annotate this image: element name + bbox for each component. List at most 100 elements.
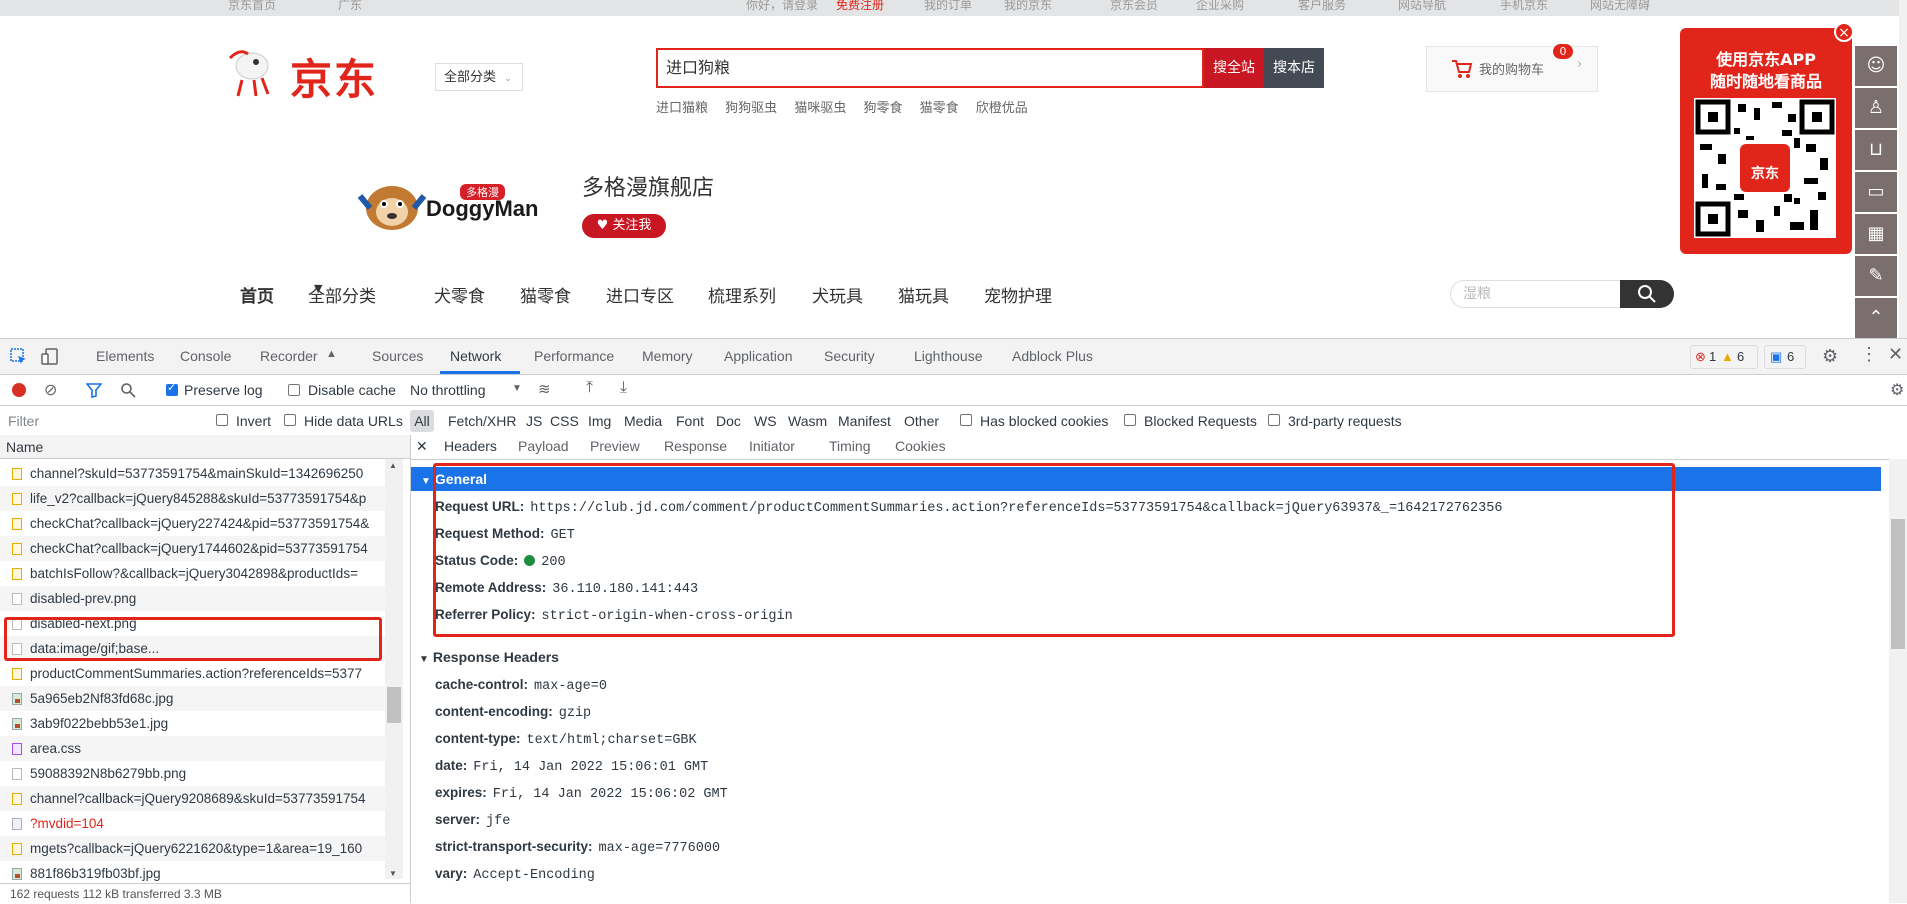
tab-application[interactable]: Application bbox=[724, 348, 793, 364]
store-nav-home[interactable]: 首页 bbox=[240, 282, 274, 307]
preserve-log-checkbox[interactable] bbox=[166, 381, 178, 396]
type-filter-fetch-xhr[interactable]: Fetch/XHR bbox=[448, 413, 516, 429]
search-box[interactable]: 进口狗粮 bbox=[656, 48, 1204, 88]
has-blocked-cookies-checkbox[interactable] bbox=[960, 414, 972, 426]
page-scrollbar[interactable] bbox=[1899, 0, 1907, 338]
request-row[interactable]: ?mvdid=104 bbox=[0, 811, 392, 836]
tab-security[interactable]: Security bbox=[824, 348, 875, 364]
type-filter-css[interactable]: CSS bbox=[550, 413, 579, 429]
topbar-register-link[interactable]: 免费注册 bbox=[836, 0, 884, 13]
topbar-orders-link[interactable]: 我的订单 bbox=[924, 0, 972, 13]
tab-console[interactable]: Console bbox=[180, 348, 231, 364]
store-nav-item[interactable]: 宠物护理 bbox=[984, 282, 1052, 307]
hot-word-link[interactable]: 猫咪驱虫 bbox=[794, 101, 846, 116]
category-select[interactable]: 全部分类 ⌄ bbox=[435, 63, 523, 91]
search-shop-button[interactable]: 搜本店 bbox=[1264, 48, 1324, 88]
topbar-home-link[interactable]: 京东首页 bbox=[228, 0, 276, 13]
type-filter-all[interactable]: All bbox=[410, 410, 434, 432]
type-filter-manifest[interactable]: Manifest bbox=[838, 413, 891, 429]
type-filter-wasm[interactable]: Wasm bbox=[788, 413, 827, 429]
device-toolbar-icon[interactable] bbox=[40, 347, 60, 367]
topbar-sitenav-link[interactable]: 网站导航 bbox=[1398, 0, 1446, 13]
topbar-location[interactable]: 广东 bbox=[338, 0, 362, 13]
request-row[interactable]: checkChat?callback=jQuery227424&pid=5377… bbox=[0, 511, 392, 536]
type-filter-font[interactable]: Font bbox=[676, 413, 704, 429]
store-nav-item[interactable]: 进口专区 bbox=[606, 282, 674, 307]
network-conditions-icon[interactable]: ≋ bbox=[538, 380, 551, 398]
close-detail-icon[interactable]: ✕ bbox=[416, 438, 428, 455]
ticket-icon[interactable]: ▭ bbox=[1855, 172, 1897, 212]
type-filter-media[interactable]: Media bbox=[624, 413, 662, 429]
tab-elements[interactable]: Elements bbox=[96, 348, 154, 364]
topbar-myjd-link[interactable]: 我的京东 bbox=[1004, 0, 1052, 13]
cart-tool-icon[interactable]: ⊔ bbox=[1855, 130, 1897, 170]
request-row[interactable]: disabled-prev.png bbox=[0, 586, 392, 611]
tab-network[interactable]: Network bbox=[450, 348, 501, 364]
disable-cache-checkbox[interactable] bbox=[288, 384, 300, 396]
type-filter-js[interactable]: JS bbox=[526, 413, 542, 429]
store-nav-item[interactable]: 犬零食 bbox=[434, 282, 485, 307]
third-party-checkbox[interactable] bbox=[1268, 414, 1280, 426]
request-row[interactable]: channel?skuId=53773591754&mainSkuId=1342… bbox=[0, 461, 392, 486]
topbar-service-link[interactable]: 客户服务 bbox=[1298, 0, 1346, 13]
store-search-input[interactable]: 湿粮 bbox=[1450, 280, 1620, 308]
inspect-element-icon[interactable] bbox=[10, 348, 28, 366]
detail-scrollbar[interactable] bbox=[1889, 459, 1907, 903]
type-filter-doc[interactable]: Doc bbox=[716, 413, 741, 429]
tab-payload[interactable]: Payload bbox=[518, 438, 569, 454]
topbar-accessibility-link[interactable]: 网站无障碍 bbox=[1590, 0, 1650, 13]
follow-button[interactable]: ♥ 关注我 bbox=[582, 214, 666, 238]
response-headers-section-header[interactable]: ▼ Response Headers bbox=[419, 649, 559, 665]
tab-performance[interactable]: Performance bbox=[534, 348, 614, 364]
filter-icon[interactable] bbox=[86, 383, 102, 398]
export-har-icon[interactable]: ⤓ bbox=[620, 379, 627, 397]
type-filter-other[interactable]: Other bbox=[904, 413, 939, 429]
request-row[interactable]: batchIsFollow?&callback=jQuery3042898&pr… bbox=[0, 561, 392, 586]
close-icon[interactable]: × bbox=[1834, 22, 1854, 42]
tab-memory[interactable]: Memory bbox=[642, 348, 693, 364]
store-nav-item[interactable]: 犬玩具 bbox=[812, 282, 863, 307]
search-icon[interactable] bbox=[120, 382, 136, 398]
scrollbar-thumb[interactable] bbox=[387, 687, 401, 723]
store-nav-item[interactable]: 猫玩具 bbox=[898, 282, 949, 307]
network-settings-icon[interactable]: ⚙ bbox=[1890, 380, 1904, 400]
gear-icon[interactable]: ⚙ bbox=[1822, 346, 1838, 367]
hot-word-link[interactable]: 猫零食 bbox=[920, 101, 959, 116]
topbar-enterprise-link[interactable]: 企业采购 bbox=[1196, 0, 1244, 13]
store-logo[interactable]: 多格漫 DoggyMan bbox=[356, 178, 566, 234]
grid-icon[interactable]: ▦ bbox=[1855, 214, 1897, 254]
scroll-up-icon[interactable]: ▲ bbox=[389, 461, 397, 470]
hot-word-link[interactable]: 狗零食 bbox=[863, 101, 902, 116]
tab-cookies[interactable]: Cookies bbox=[895, 438, 946, 454]
request-row[interactable]: area.css bbox=[0, 736, 392, 761]
type-filter-img[interactable]: Img bbox=[588, 413, 611, 429]
request-list-scrollbar[interactable]: ▲ ▼ bbox=[385, 459, 403, 879]
tab-adblock-plus[interactable]: Adblock Plus bbox=[1012, 348, 1093, 364]
back-to-top-icon[interactable]: ⌃ bbox=[1855, 298, 1897, 338]
issues-counter[interactable]: ⊗ 1 ▲ 6 bbox=[1690, 345, 1758, 369]
search-all-button[interactable]: 搜全站 bbox=[1204, 48, 1264, 88]
throttling-select[interactable]: No throttling bbox=[410, 382, 485, 398]
feedback-icon[interactable]: ✎ bbox=[1855, 256, 1897, 296]
user-icon[interactable]: ♙ bbox=[1855, 88, 1897, 128]
filter-input[interactable]: Filter bbox=[8, 413, 39, 429]
record-icon[interactable] bbox=[12, 383, 26, 397]
chat-icon[interactable]: ☺ bbox=[1855, 46, 1897, 86]
clear-icon[interactable]: ⊘ bbox=[44, 380, 57, 400]
tab-timing[interactable]: Timing bbox=[829, 438, 871, 454]
type-filter-ws[interactable]: WS bbox=[754, 413, 777, 429]
hot-word-link[interactable]: 进口猫粮 bbox=[656, 101, 708, 116]
search-input[interactable]: 进口狗粮 bbox=[666, 50, 730, 86]
tab-preview[interactable]: Preview bbox=[590, 438, 640, 454]
invert-checkbox[interactable] bbox=[216, 414, 228, 426]
hot-word-link[interactable]: 欣橙优品 bbox=[976, 101, 1028, 116]
tab-lighthouse[interactable]: Lighthouse bbox=[914, 348, 983, 364]
name-column-header[interactable]: Name bbox=[0, 435, 410, 459]
store-nav-item[interactable]: 梳理系列 bbox=[708, 282, 776, 307]
request-row[interactable]: 3ab9f022bebb53e1.jpg bbox=[0, 711, 392, 736]
request-row[interactable]: 59088392N8b6279bb.png bbox=[0, 761, 392, 786]
tab-response[interactable]: Response bbox=[664, 438, 727, 454]
request-row[interactable]: 5a965eb2Nf83fd68c.jpg bbox=[0, 686, 392, 711]
tab-sources[interactable]: Sources bbox=[372, 348, 423, 364]
request-row[interactable]: checkChat?callback=jQuery1744602&pid=537… bbox=[0, 536, 392, 561]
